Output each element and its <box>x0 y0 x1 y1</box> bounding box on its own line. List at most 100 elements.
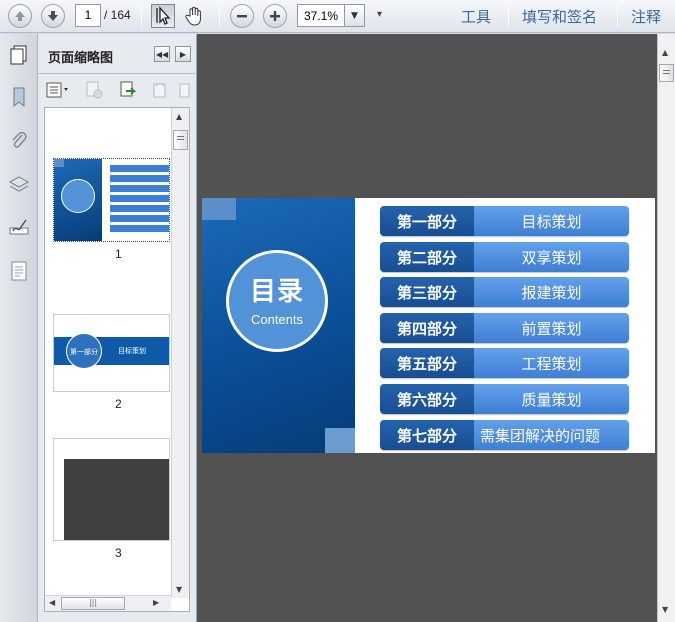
scroll-thumb[interactable] <box>659 64 674 82</box>
toc-row: 第五部分 工程策划 <box>380 348 629 379</box>
navigation-rail <box>0 34 38 622</box>
toc-row-title: 双享策划 <box>521 248 582 267</box>
toc-row: 第一部分 目标策划 <box>380 206 629 236</box>
panel-header: 页面缩略图 ◀◀ ▶ <box>38 34 197 74</box>
page-total-label: / 164 <box>104 8 131 22</box>
delete-page-icon <box>86 81 103 99</box>
scroll-up-icon[interactable]: ▲ <box>662 48 668 57</box>
thumbnail-number: 2 <box>115 397 122 411</box>
minus-icon <box>237 15 247 18</box>
rotate-page-icon <box>153 83 166 98</box>
toc-row: 第三部分 报建策划 <box>380 277 629 308</box>
page-thumbnails-button[interactable] <box>8 44 30 66</box>
toc-row-title: 目标策划 <box>521 213 582 231</box>
insert-pages-button[interactable] <box>118 81 138 99</box>
thumbnail-number: 1 <box>115 247 122 261</box>
thumbnail-section-label: 第一部分 <box>66 333 102 369</box>
scroll-thumb[interactable] <box>173 130 188 150</box>
page-number-input[interactable]: 1 <box>75 4 101 27</box>
attachments-button[interactable] <box>8 130 30 152</box>
bookmarks-button[interactable] <box>8 86 30 108</box>
toc-row: 第六部分 质量策划 <box>380 383 629 414</box>
page-icon <box>179 83 190 98</box>
toolbar-divider <box>141 5 142 27</box>
scroll-down-icon[interactable]: ▼ <box>662 605 668 614</box>
toc-title: 目录 <box>249 277 304 307</box>
more-thumbnail-tools[interactable] <box>178 81 190 99</box>
previous-page-button[interactable] <box>8 4 32 28</box>
document-vertical-scrollbar[interactable]: ▲ ▼ <box>657 34 675 622</box>
main-toolbar: 1 / 164 37.1% ▼ ▾ 工具 填写和签名 注释 <box>0 0 675 33</box>
toc-row-part: 第三部分 <box>380 277 474 308</box>
zoom-level-input[interactable]: 37.1% <box>297 4 345 27</box>
toc-row-title: 需集团解决的问题 <box>480 426 601 445</box>
document-view[interactable]: 目录 Contents 第一部分 目标策划 第二部分 双享策划 第三部分 报建策… <box>197 34 657 622</box>
thumbnail-section-title: 目标策划 <box>118 347 146 355</box>
bookmark-icon <box>13 87 25 108</box>
delete-pages-button[interactable] <box>84 81 104 99</box>
select-tool-button[interactable] <box>151 4 175 28</box>
paperclip-icon <box>12 131 27 148</box>
toc-row-part: 第一部分 <box>380 206 474 236</box>
hand-icon <box>185 6 201 26</box>
insert-page-icon <box>120 81 137 97</box>
tools-menu[interactable]: 工具 <box>461 6 491 27</box>
cursor-icon <box>156 6 171 25</box>
toc-row: 第七部分 需集团解决的问题 <box>380 419 629 450</box>
toc-row-part: 第五部分 <box>380 348 474 379</box>
expand-panel-button[interactable]: ▶ <box>175 46 191 62</box>
chevron-down-icon: ▼ <box>351 11 358 21</box>
scroll-right-icon[interactable]: ▶ <box>153 598 159 607</box>
toc-row-title: 前置策划 <box>521 319 582 338</box>
thumbnail-page-1[interactable] <box>53 158 170 242</box>
slide-left-panel: 目录 Contents <box>202 198 355 453</box>
toc-row: 第四部分 前置策划 <box>380 312 629 343</box>
toolbar-divider <box>508 5 509 27</box>
content-icon <box>11 261 27 281</box>
signature-icon <box>9 219 29 235</box>
thumbnail-horizontal-scrollbar[interactable]: ◀ ||| ▶ <box>45 595 171 611</box>
chevron-down-icon: ▾ <box>377 9 383 20</box>
zoom-in-button[interactable] <box>263 4 287 28</box>
rotate-pages-button[interactable] <box>150 81 170 99</box>
hand-tool-button[interactable] <box>182 4 206 28</box>
collapse-panel-button[interactable]: ◀◀ <box>154 46 170 62</box>
decor-square <box>202 198 236 220</box>
content-button[interactable] <box>8 260 30 282</box>
zoom-dropdown-button[interactable]: ▼ <box>345 4 365 27</box>
thumbnail-vertical-scrollbar[interactable]: ▲ ▼ <box>171 108 189 598</box>
toc-row-part: 第六部分 <box>380 383 474 414</box>
pages-icon <box>10 45 27 65</box>
more-tools-dropdown[interactable]: ▾ <box>377 9 382 20</box>
toc-row-title: 工程策划 <box>521 355 582 374</box>
toolbar-divider <box>617 5 618 27</box>
thumbnail-page-2[interactable]: 第一部分 目标策划 <box>53 314 170 392</box>
toc-row-part: 第二部分 <box>380 241 474 272</box>
thumbnail-options-button[interactable] <box>46 81 72 99</box>
thumbnail-list: 1 第一部分 目标策划 2 3 ▲ ▼ ◀ ||| ▶ <box>44 107 190 612</box>
layers-button[interactable] <box>8 174 30 196</box>
scroll-left-icon[interactable]: ◀ <box>49 598 55 607</box>
comment-menu[interactable]: 注释 <box>631 6 661 27</box>
thumbnail-number: 3 <box>115 546 122 560</box>
scroll-thumb[interactable]: ||| <box>61 597 125 610</box>
scroll-up-icon[interactable]: ▲ <box>176 112 182 121</box>
panel-title: 页面缩略图 <box>48 51 114 66</box>
double-chevron-left-icon: ◀◀ <box>155 49 169 59</box>
chevron-right-icon: ▶ <box>179 49 187 59</box>
signatures-button[interactable] <box>8 216 30 238</box>
thumbnails-panel: 页面缩略图 ◀◀ ▶ 1 第一部分 目标策划 2 3 ▲ ▼ ◀ ||| ▶ <box>38 34 197 622</box>
fill-sign-menu[interactable]: 填写和签名 <box>522 6 597 27</box>
next-page-button[interactable] <box>41 4 65 28</box>
arrow-up-icon <box>15 11 25 21</box>
panel-toolbar <box>38 75 197 105</box>
layers-icon <box>8 176 30 192</box>
zoom-out-button[interactable] <box>230 4 254 28</box>
toc-circle: 目录 Contents <box>226 250 328 352</box>
toolbar-divider <box>219 5 220 27</box>
toc-row-part: 第七部分 <box>380 419 474 450</box>
plus-icon <box>270 11 280 21</box>
thumbnail-page-3[interactable] <box>53 438 170 541</box>
slide-page: 目录 Contents 第一部分 目标策划 第二部分 双享策划 第三部分 报建策… <box>202 198 655 453</box>
scroll-down-icon[interactable]: ▼ <box>176 585 182 594</box>
